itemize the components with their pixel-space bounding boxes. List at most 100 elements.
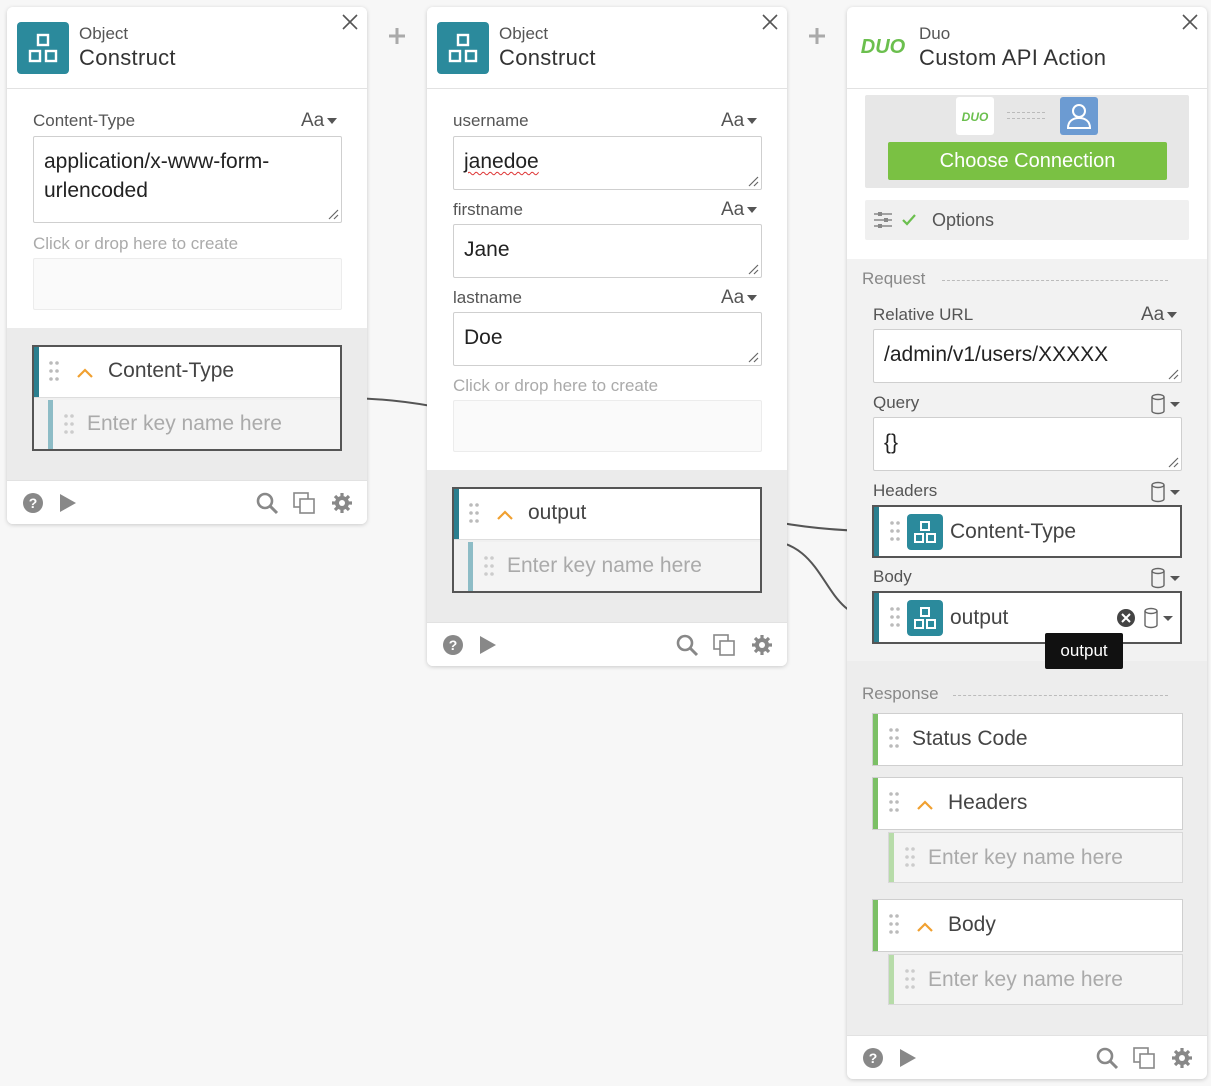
copy-icon[interactable] — [292, 491, 316, 515]
drop-zone[interactable] — [453, 400, 762, 452]
node-accent — [34, 347, 39, 397]
object-node[interactable]: Content-Type Enter key name here — [32, 345, 342, 451]
search-icon[interactable] — [1095, 1046, 1119, 1070]
drag-handle-icon[interactable] — [889, 520, 901, 542]
choose-connection-button[interactable]: Choose Connection — [888, 142, 1167, 180]
section-divider — [942, 280, 1168, 281]
drag-handle-icon[interactable] — [48, 360, 60, 382]
database-dropdown-icon[interactable] — [1142, 607, 1176, 629]
response-headers-node[interactable]: Headers — [872, 777, 1183, 830]
firstname-input[interactable]: Jane — [453, 224, 762, 278]
type-toggle[interactable]: Aa — [721, 199, 757, 221]
node-label: Body — [948, 913, 996, 936]
object-construct-card-1: Object Construct Content-Type Aa applica… — [7, 7, 367, 524]
copy-icon[interactable] — [712, 633, 736, 657]
username-input[interactable]: janedoe — [453, 136, 762, 190]
play-icon[interactable] — [55, 491, 79, 515]
field-label: Content-Type — [33, 111, 136, 130]
card-title: Construct — [79, 45, 176, 70]
key-name-node[interactable]: Enter key name here — [468, 542, 760, 591]
body-mapped-node[interactable]: output — [872, 591, 1182, 644]
database-dropdown-icon[interactable] — [1149, 481, 1183, 503]
drop-label: Click or drop here to create — [33, 234, 239, 253]
remove-icon[interactable] — [1116, 608, 1136, 628]
options-label: Options — [932, 210, 995, 230]
help-icon[interactable]: ? — [441, 633, 465, 657]
svg-text:?: ? — [869, 1050, 878, 1066]
chevron-up-icon[interactable] — [916, 921, 934, 933]
drag-handle-icon[interactable] — [888, 913, 900, 935]
card-subtitle: Object — [79, 24, 129, 43]
type-toggle[interactable]: Aa — [1141, 304, 1177, 326]
play-icon[interactable] — [475, 633, 499, 657]
drag-handle-icon[interactable] — [483, 555, 495, 577]
input-value: {} — [884, 431, 899, 454]
resize-handle-icon[interactable] — [1167, 368, 1179, 380]
node-accent — [48, 400, 53, 449]
chevron-up-icon[interactable] — [76, 367, 94, 379]
input-value: Jane — [464, 238, 510, 261]
play-icon[interactable] — [895, 1046, 919, 1070]
tooltip: output — [1045, 633, 1123, 669]
add-step-plus-icon[interactable] — [807, 26, 827, 46]
type-toggle[interactable]: Aa — [721, 110, 757, 132]
type-toggle[interactable]: Aa — [301, 110, 337, 132]
search-icon[interactable] — [675, 633, 699, 657]
drag-handle-icon[interactable] — [889, 606, 901, 628]
database-dropdown-icon[interactable] — [1149, 567, 1183, 589]
options-row[interactable]: Options — [865, 200, 1189, 240]
drop-zone[interactable] — [33, 258, 342, 310]
resize-handle-icon[interactable] — [1167, 456, 1179, 468]
copy-icon[interactable] — [1132, 1046, 1156, 1070]
drag-handle-icon[interactable] — [468, 502, 480, 524]
gear-icon[interactable] — [750, 633, 774, 657]
database-dropdown-icon[interactable] — [1149, 393, 1183, 415]
headers-mapped-node[interactable]: Content-Type — [872, 505, 1182, 558]
input-value: janedoe — [464, 150, 539, 173]
drag-handle-icon[interactable] — [904, 968, 916, 990]
node-accent — [873, 900, 878, 951]
key-name-node[interactable]: Enter key name here — [888, 832, 1183, 883]
field-label: lastname — [453, 288, 522, 307]
resize-handle-icon[interactable] — [747, 263, 759, 275]
search-icon[interactable] — [255, 491, 279, 515]
relative-url-input[interactable]: /admin/v1/users/XXXXX — [873, 329, 1182, 383]
node-label: Headers — [948, 791, 1028, 814]
drag-handle-icon[interactable] — [63, 413, 75, 435]
node-accent — [873, 778, 878, 829]
type-toggle[interactable]: Aa — [721, 287, 757, 309]
key-name-node[interactable]: Enter key name here — [888, 954, 1183, 1005]
drag-handle-icon[interactable] — [904, 846, 916, 868]
drag-handle-icon[interactable] — [888, 727, 900, 749]
user-icon — [1060, 97, 1098, 135]
chevron-up-icon[interactable] — [496, 509, 514, 521]
help-icon[interactable]: ? — [21, 491, 45, 515]
drag-handle-icon[interactable] — [888, 791, 900, 813]
node-label: Status Code — [912, 727, 1028, 750]
resize-handle-icon[interactable] — [747, 175, 759, 187]
node-accent — [889, 833, 894, 882]
key-name-placeholder: Enter key name here — [87, 412, 282, 435]
resize-handle-icon[interactable] — [747, 351, 759, 363]
gear-icon[interactable] — [330, 491, 354, 515]
resize-handle-icon[interactable] — [327, 208, 339, 220]
close-icon[interactable] — [339, 11, 361, 33]
response-body-node[interactable]: Body — [872, 899, 1183, 952]
close-icon[interactable] — [759, 11, 781, 33]
node-accent — [874, 507, 879, 556]
key-name-node[interactable]: Enter key name here — [48, 400, 340, 449]
svg-text:?: ? — [449, 637, 458, 653]
response-status-code-node[interactable]: Status Code — [872, 713, 1183, 766]
input-value: Doe — [464, 326, 503, 349]
query-input[interactable]: {} — [873, 417, 1182, 471]
lastname-input[interactable]: Doe — [453, 312, 762, 366]
response-label: Response — [862, 684, 939, 703]
add-step-plus-icon[interactable] — [387, 26, 407, 46]
gear-icon[interactable] — [1170, 1046, 1194, 1070]
node-label: Content-Type — [950, 520, 1077, 543]
content-type-input[interactable]: application/x-www-form- urlencoded — [33, 136, 342, 223]
close-icon[interactable] — [1179, 11, 1201, 33]
help-icon[interactable]: ? — [861, 1046, 885, 1070]
object-node[interactable]: output Enter key name here — [452, 487, 762, 593]
chevron-up-icon[interactable] — [916, 799, 934, 811]
